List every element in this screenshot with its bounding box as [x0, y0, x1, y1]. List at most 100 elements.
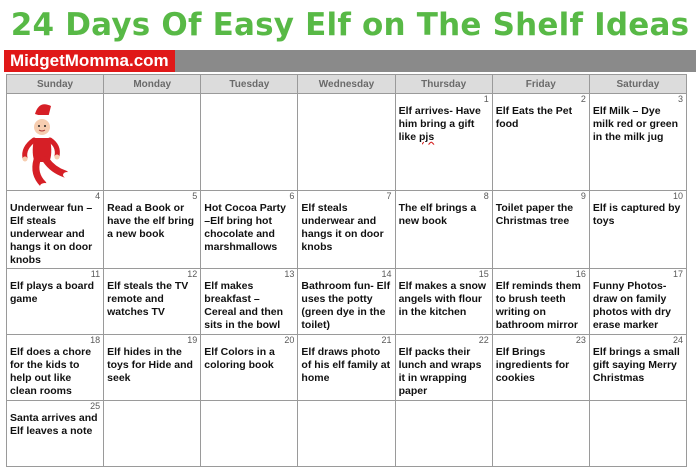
day-cell: 1 Elf arrives- Have him bring a gift lik… — [394, 92, 493, 192]
day-cell: 3 Elf Milk – Dye milk red or green in th… — [588, 92, 688, 192]
day-idea: Elf steals the TV remote and watches TV — [107, 280, 189, 319]
day-number: 13 — [284, 269, 295, 280]
day-cell — [297, 400, 396, 467]
weekday-header: Friday — [491, 74, 590, 94]
day-cell — [103, 400, 202, 467]
day-number: 15 — [478, 269, 489, 280]
day-number: 18 — [90, 335, 101, 346]
day-number: 1 — [483, 94, 489, 104]
day-cell: 2 Elf Eats the Pet food — [491, 92, 590, 192]
day-idea: Elf plays a board game — [10, 280, 95, 306]
day-idea: Elf arrives- Have him bring a gift like … — [399, 105, 489, 144]
day-number: 2 — [580, 94, 586, 104]
day-idea: Elf makes a snow angels with flour in th… — [398, 280, 487, 319]
day-number: 23 — [575, 335, 586, 346]
weekday-header: Tuesday — [200, 74, 299, 94]
day-cell — [200, 400, 299, 467]
day-number: 9 — [580, 191, 586, 202]
day-idea: Elf reminds them to brush teeth writing … — [495, 280, 581, 332]
day-idea: Elf hides in the toys for Hide and seek — [107, 346, 193, 385]
day-cell: 22 Elf packs their lunch and wraps it in … — [394, 334, 493, 402]
day-cell — [394, 400, 493, 467]
day-number: 7 — [386, 191, 392, 202]
day-idea: Bathroom fun- Elf uses the potty (green … — [301, 280, 391, 332]
day-number: 12 — [187, 269, 198, 280]
day-cell: 8 The elf brings a new book — [394, 190, 493, 270]
weekday-header: Monday — [103, 74, 202, 94]
day-idea: Read a Book or have the elf bring a new … — [107, 202, 195, 241]
weekday-header: Thursday — [394, 74, 493, 94]
weekday-header: Wednesday — [297, 74, 396, 94]
elf-on-shelf-icon — [15, 100, 71, 190]
day-cell: 19 Elf hides in the toys for Hide and see… — [103, 334, 202, 402]
day-number: 11 — [90, 269, 101, 280]
day-idea: Toilet paper the Christmas tree — [495, 202, 574, 228]
day-number: 25 — [90, 401, 101, 412]
day-number: 19 — [187, 335, 198, 346]
week-row: 18 Elf does a chore for the kids to help … — [5, 334, 688, 402]
day-cell: 18 Elf does a chore for the kids to help … — [5, 334, 105, 402]
day-cell — [200, 92, 299, 192]
day-number: 4 — [95, 191, 101, 202]
day-idea: Elf packs their lunch and wraps it in wr… — [398, 346, 482, 398]
day-cell: 24 Elf brings a small gift saying Merry C… — [588, 334, 688, 402]
day-cell: 10 Elf is captured by toys — [588, 190, 688, 270]
weekday-header: Sunday — [5, 74, 105, 94]
day-cell: 11 Elf plays a board game — [5, 268, 105, 336]
day-cell — [297, 92, 396, 192]
day-idea: Elf makes breakfast – Cereal and then si… — [204, 280, 284, 332]
day-cell: 4 Underwear fun – Elf steals underwear an… — [5, 190, 105, 270]
day-idea: Elf does a chore for the kids to help ou… — [10, 346, 92, 398]
day-number: 5 — [192, 191, 198, 202]
day-number: 21 — [381, 335, 392, 346]
calendar: Sunday Monday Tuesday Wednesday Thursday… — [5, 74, 688, 467]
week-row: 1 Elf arrives- Have him bring a gift lik… — [5, 92, 688, 192]
day-number: 6 — [289, 191, 295, 202]
day-idea: Elf Milk – Dye milk red or green in the … — [592, 105, 679, 143]
day-cell: 6 Hot Cocoa Party –Elf bring hot chocolat… — [200, 190, 299, 270]
day-cell: 21 Elf draws photo of his elf family at h… — [297, 334, 396, 402]
day-idea: Santa arrives and Elf leaves a note — [10, 412, 98, 438]
day-number: 10 — [672, 191, 683, 202]
day-cell: 5 Read a Book or have the elf bring a new… — [103, 190, 202, 270]
day-cell: 14 Bathroom fun- Elf uses the potty (gree… — [297, 268, 396, 336]
day-cell: 17 Funny Photos- draw on family photos wi… — [588, 268, 688, 336]
day-number: 14 — [381, 269, 392, 280]
day-idea: Elf Brings ingredients for cookies — [495, 346, 570, 385]
day-cell: 13 Elf makes breakfast – Cereal and then … — [200, 268, 299, 336]
day-idea: Elf Eats the Pet food — [495, 105, 573, 130]
day-idea-text: Elf arrives- Have him bring a gift like — [398, 105, 481, 143]
day-idea: Elf Colors in a coloring book — [204, 346, 275, 372]
day-cell: 9 Toilet paper the Christmas tree — [491, 190, 590, 270]
day-cell — [5, 92, 105, 192]
day-idea: Elf draws photo of his elf family at hom… — [301, 346, 391, 385]
title-bar: 24 Days Of Easy Elf on The Shelf Ideas — [0, 0, 700, 50]
day-cell — [103, 92, 202, 192]
page-title: 24 Days Of Easy Elf on The Shelf Ideas — [10, 7, 690, 43]
day-number: 17 — [672, 269, 683, 280]
day-number: 22 — [478, 335, 489, 346]
weekday-header: Saturday — [588, 74, 688, 94]
day-idea: Hot Cocoa Party –Elf bring hot chocolate… — [204, 202, 286, 254]
day-cell: 7 Elf steals underwear and hangs it on do… — [297, 190, 396, 270]
week-row: 4 Underwear fun – Elf steals underwear an… — [5, 190, 688, 270]
weekday-header-row: Sunday Monday Tuesday Wednesday Thursday… — [5, 74, 688, 94]
brand-bar: MidgetMomma.com — [4, 50, 696, 72]
week-row: 11 Elf plays a board game 12 Elf steals th… — [5, 268, 688, 336]
day-cell: 23 Elf Brings ingredients for cookies — [491, 334, 590, 402]
day-idea: Elf is captured by toys — [592, 202, 681, 228]
day-number: 3 — [677, 94, 683, 104]
day-cell: 20 Elf Colors in a coloring book — [200, 334, 299, 402]
day-cell: 15 Elf makes a snow angels with flour in … — [394, 268, 493, 336]
week-row: 25 Santa arrives and Elf leaves a note — [5, 400, 688, 467]
day-number: 20 — [284, 335, 295, 346]
day-idea-tail: pjs — [419, 131, 435, 143]
day-cell — [588, 400, 688, 467]
day-number: 24 — [672, 335, 683, 346]
day-number: 8 — [483, 191, 489, 202]
day-idea: Funny Photos- draw on family photos with… — [592, 280, 672, 332]
day-number: 16 — [575, 269, 586, 280]
day-idea: Underwear fun – Elf steals underwear and… — [10, 202, 93, 267]
day-cell: 16 Elf reminds them to brush teeth writin… — [491, 268, 590, 336]
day-cell: 25 Santa arrives and Elf leaves a note — [5, 400, 105, 467]
